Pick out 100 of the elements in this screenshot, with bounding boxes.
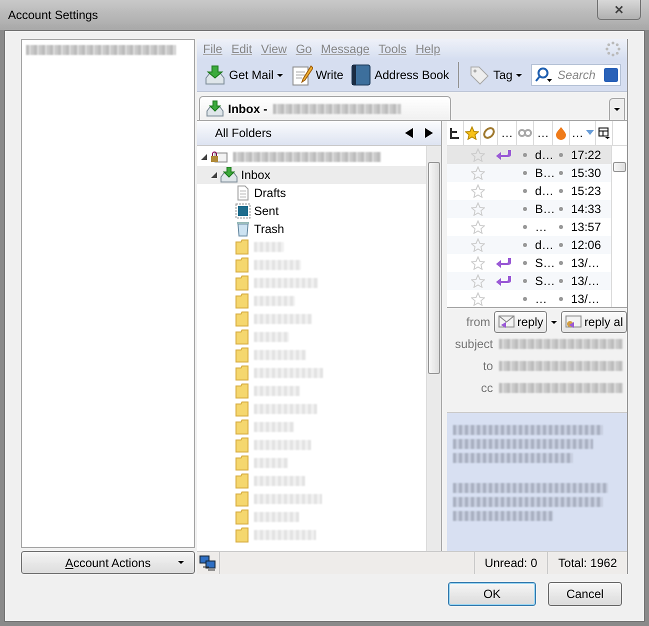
caret-icon <box>178 561 184 564</box>
tag-button[interactable]: Tag <box>465 64 525 86</box>
folder-icon <box>235 365 249 381</box>
column-picker-icon[interactable] <box>596 121 613 145</box>
message-date: 17:22 <box>571 148 602 162</box>
message-row[interactable]: d… 17:22 <box>447 146 611 164</box>
reply-envelope-icon <box>498 315 516 329</box>
folder-icon <box>235 401 249 417</box>
unread-dot-icon[interactable] <box>523 279 527 283</box>
junk-dot-icon[interactable] <box>559 153 563 157</box>
tag-icon <box>468 64 490 86</box>
blurred-folder-name <box>254 242 284 252</box>
blurred-folder-name <box>254 458 288 468</box>
blurred-folder-name <box>254 512 299 522</box>
unread-dot-icon[interactable] <box>523 189 527 193</box>
message-subject: d… <box>535 184 555 198</box>
attachment-column-icon[interactable] <box>481 121 498 145</box>
reply-button[interactable]: reply <box>494 311 548 333</box>
message-date: 14:33 <box>571 202 602 216</box>
online-status-icon[interactable] <box>199 555 217 571</box>
column-header[interactable]: … <box>534 121 553 145</box>
message-row[interactable]: d… 15:23 <box>447 182 611 200</box>
folder-icon <box>235 437 249 453</box>
message-row[interactable]: B… 14:33 <box>447 200 611 218</box>
previous-view-icon[interactable] <box>403 127 415 139</box>
folder-icon <box>235 311 249 327</box>
message-row[interactable]: … 13:57 <box>447 218 611 236</box>
pencil-document-icon <box>290 64 313 86</box>
message-date: 15:23 <box>571 184 602 198</box>
flame-column-icon[interactable] <box>553 121 570 145</box>
unread-dot-icon[interactable] <box>523 225 527 229</box>
star-column-icon[interactable] <box>464 121 481 145</box>
read-column-icon[interactable] <box>517 121 534 145</box>
account-list[interactable] <box>21 39 195 548</box>
unread-dot-icon[interactable] <box>523 261 527 265</box>
star-icon[interactable] <box>471 166 485 180</box>
message-subject: … <box>535 292 548 306</box>
message-row[interactable]: … 13/… <box>447 290 611 307</box>
junk-dot-icon[interactable] <box>559 207 563 211</box>
write-button[interactable]: Write <box>288 64 346 86</box>
folder-icon <box>235 419 249 435</box>
tab-list-button[interactable] <box>609 98 625 120</box>
unread-dot-icon[interactable] <box>523 297 527 301</box>
stamp-icon <box>235 203 251 219</box>
junk-dot-icon[interactable] <box>559 243 563 247</box>
folder-row[interactable]: Trash <box>197 220 426 238</box>
document-icon <box>235 185 251 201</box>
close-button[interactable]: ✕ <box>597 0 641 20</box>
reply-all-button[interactable]: reply al <box>561 311 627 333</box>
message-row[interactable]: S… 13/… <box>447 254 611 272</box>
column-header[interactable]: … <box>570 121 596 145</box>
junk-dot-icon[interactable] <box>559 171 563 175</box>
folder-pane-title: All Folders <box>215 126 272 140</box>
junk-dot-icon[interactable] <box>559 189 563 193</box>
addressbook-button[interactable]: Address Book <box>348 64 452 86</box>
star-icon[interactable] <box>471 220 485 234</box>
account-actions-button[interactable]: Account Actions <box>21 551 195 574</box>
unread-dot-icon[interactable] <box>523 243 527 247</box>
folder-icon <box>235 473 249 489</box>
header-label: subject <box>454 337 493 351</box>
junk-dot-icon[interactable] <box>559 261 563 265</box>
folder-row[interactable]: Inbox <box>197 166 426 184</box>
unread-dot-icon[interactable] <box>523 153 527 157</box>
star-icon[interactable] <box>471 148 485 162</box>
message-date: 13/… <box>571 292 600 306</box>
unread-dot-icon[interactable] <box>523 207 527 211</box>
junk-dot-icon[interactable] <box>559 225 563 229</box>
message-row[interactable]: S… 13/… <box>447 272 611 290</box>
book-icon <box>351 64 372 86</box>
message-row[interactable]: B… 15:30 <box>447 164 611 182</box>
star-icon[interactable] <box>471 184 485 198</box>
ok-button[interactable]: OK <box>448 582 536 606</box>
junk-dot-icon[interactable] <box>559 297 563 301</box>
folder-icon <box>235 347 249 363</box>
star-icon[interactable] <box>471 202 485 216</box>
unread-count: Unread: 0 <box>474 552 548 574</box>
caret-icon[interactable] <box>551 320 558 324</box>
unread-dot-icon[interactable] <box>523 171 527 175</box>
junk-dot-icon[interactable] <box>559 279 563 283</box>
message-subject: … <box>535 220 548 234</box>
next-view-icon[interactable] <box>423 127 435 139</box>
thread-column-icon[interactable] <box>447 121 464 145</box>
total-count: Total: 1962 <box>547 552 627 574</box>
folder-icon <box>235 455 249 471</box>
star-icon[interactable] <box>471 274 485 288</box>
star-icon[interactable] <box>471 238 485 252</box>
column-header[interactable]: … <box>498 121 517 145</box>
message-row[interactable]: d… 12:06 <box>447 236 611 254</box>
folder-icon <box>235 275 249 291</box>
scrollbar[interactable] <box>611 146 627 307</box>
inbox-download-icon <box>220 167 238 183</box>
star-icon[interactable] <box>471 292 485 306</box>
inbox-tab[interactable]: Inbox - <box>199 96 451 120</box>
folder-row[interactable]: Sent <box>197 202 426 220</box>
star-icon[interactable] <box>471 256 485 270</box>
folder-icon <box>235 239 249 255</box>
folder-row[interactable]: Drafts <box>197 184 426 202</box>
scrollbar[interactable] <box>426 146 441 551</box>
cancel-button[interactable]: Cancel <box>548 582 622 606</box>
getmail-button[interactable]: Get Mail <box>201 64 286 86</box>
